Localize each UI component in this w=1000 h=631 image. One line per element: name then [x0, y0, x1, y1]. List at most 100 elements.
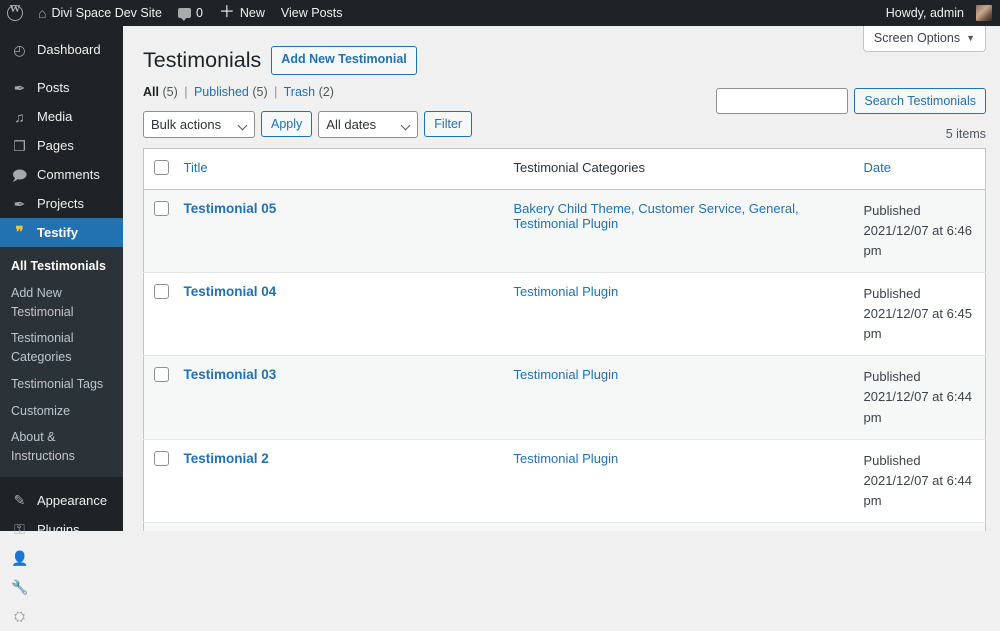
sidebar-item-plugins[interactable]: ⚿ Plugins [0, 515, 123, 544]
row-checkbox-cell[interactable] [144, 523, 178, 531]
date-filter-select-wrap: All dates [318, 110, 419, 138]
table-header-row: Title Testimonial Categories Date [143, 148, 986, 190]
wordpress-logo-icon [7, 3, 23, 21]
row-checkbox-cell[interactable] [144, 189, 178, 272]
row-date-value: 2021/12/07 at 6:46 pm [863, 222, 972, 258]
sidebar-item-label: Testify [37, 225, 78, 240]
row-date-status: Published [863, 285, 921, 301]
row-title-link[interactable]: Testimonial 2 [184, 451, 269, 466]
sidebar-item-label: Dashboard [37, 42, 101, 57]
row-title-link[interactable]: Testimonial 03 [184, 367, 277, 382]
row-date-value: 2021/12/07 at 6:44 pm [863, 389, 972, 425]
brush-icon: ✎ [13, 492, 26, 509]
sidebar-item-users[interactable]: 👤 Users [0, 544, 123, 573]
submenu-item-customize[interactable]: Customize [0, 398, 123, 425]
row-categories-links[interactable]: Testimonial Plugin [514, 284, 619, 299]
pages-icon: ❐ [13, 137, 26, 154]
select-all-checkbox-top[interactable] [154, 159, 169, 175]
table-row: Testimonial 05 Bakery Child Theme, Custo… [143, 189, 986, 273]
view-link-published[interactable]: Published (5) [194, 85, 271, 99]
screen-options-tab[interactable]: Screen Options ▼ [862, 26, 986, 52]
pin-icon: ✒ [13, 79, 26, 96]
sidebar-item-settings[interactable]: ⛭ Settings [0, 602, 123, 631]
row-categories-links[interactable]: Testimonial Plugin [514, 451, 619, 466]
sidebar-item-tools[interactable]: 🔧 Tools [0, 573, 123, 602]
search-testimonials-button[interactable]: Search Testimonials [854, 88, 986, 114]
row-title-cell: Testimonial 03 [178, 356, 506, 439]
admin-sidebar-menu: ◴ Dashboard ✒ Posts ♫ Media ❐ Pages 🗩 Co… [0, 26, 123, 624]
row-date-status: Published [863, 369, 921, 385]
sidebar-item-posts[interactable]: ✒ Posts [0, 73, 123, 102]
view-link-all[interactable]: All (5) [143, 85, 181, 99]
comments-icon: 🗩 [11, 166, 28, 183]
site-name-menu[interactable]: ⌂ Divi Space Dev Site [30, 0, 170, 26]
settings-icon: ⛭ [13, 608, 26, 625]
row-checkbox[interactable] [154, 367, 169, 383]
row-checkbox[interactable] [154, 200, 169, 216]
submenu-item-add-new-testimonial[interactable]: Add New Testimonial [0, 280, 123, 326]
row-categories-links[interactable]: Testimonial Plugin [514, 367, 619, 382]
date-filter-select[interactable]: All dates [318, 110, 419, 138]
menu-separator-2 [0, 477, 123, 486]
row-categories-cell: Testimonial Plugin [506, 356, 856, 439]
my-account-menu[interactable]: Howdy, admin [878, 0, 1000, 26]
search-input[interactable] [716, 88, 849, 114]
tablenav-top: Bulk actions Apply All dates Filter [143, 110, 1000, 138]
table-row: Testimonial 2 Testimonial Plugin Publish… [143, 439, 986, 523]
add-new-testimonial-button[interactable]: Add New Testimonial [271, 46, 417, 75]
submenu-item-about-instructions[interactable]: About & Instructions [0, 424, 123, 470]
select-all-header[interactable] [143, 148, 178, 190]
row-checkbox-cell[interactable] [144, 356, 178, 439]
row-title-link[interactable]: Testimonial 04 [184, 284, 277, 299]
comment-bubble-icon [177, 8, 191, 21]
row-date-value: 2021/12/07 at 6:45 pm [863, 306, 972, 342]
sidebar-item-media[interactable]: ♫ Media [0, 102, 123, 131]
sidebar-item-testify[interactable]: ❞ Testify [0, 218, 123, 247]
bulk-actions-select-top[interactable]: Bulk actions [143, 110, 255, 138]
sidebar-item-pages[interactable]: ❐ Pages [0, 131, 123, 160]
view-posts-link[interactable]: View Posts [273, 0, 351, 26]
comments-bubble-menu[interactable]: 0 [170, 0, 211, 26]
wp-logo-menu[interactable] [0, 0, 30, 26]
new-content-menu[interactable]: ＋ New [211, 0, 273, 26]
row-checkbox[interactable] [154, 450, 169, 466]
submenu-item-testimonial-categories[interactable]: Testimonial Categories [0, 325, 123, 371]
menu-spacer-top [0, 26, 123, 35]
row-title-cell: Testimonial 05 [178, 189, 506, 272]
view-all-count: (5) [162, 84, 178, 99]
table-head: Title Testimonial Categories Date [143, 148, 986, 190]
column-header-title[interactable]: Title [177, 148, 506, 190]
submenu-item-all-testimonials[interactable]: All Testimonials [0, 253, 123, 280]
row-categories-links[interactable]: Bakery Child Theme, Customer Service, Ge… [514, 201, 799, 231]
main-content-area: Screen Options ▼ Testimonials Add New Te… [123, 26, 1000, 531]
sidebar-item-appearance[interactable]: ✎ Appearance [0, 486, 123, 515]
views-separator: | [184, 84, 188, 99]
view-link-trash[interactable]: Trash (2) [284, 85, 334, 99]
row-title-cell: Testimonial 1 [178, 523, 506, 531]
row-checkbox-cell[interactable] [144, 439, 178, 522]
submenu-item-testimonial-tags[interactable]: Testimonial Tags [0, 371, 123, 398]
new-label: New [239, 6, 265, 20]
row-checkbox[interactable] [154, 283, 169, 299]
sidebar-item-dashboard[interactable]: ◴ Dashboard [0, 35, 123, 64]
table-row: Testimonial 03 Testimonial Plugin Publis… [143, 355, 986, 440]
column-header-date[interactable]: Date [855, 148, 986, 190]
plug-icon: ⚿ [14, 521, 25, 538]
sidebar-item-comments[interactable]: 🗩 Comments [0, 160, 123, 189]
sidebar-item-projects[interactable]: ✒ Projects [0, 189, 123, 218]
sidebar-item-label: Appearance [37, 492, 108, 508]
sidebar-item-label: Media [37, 109, 73, 124]
row-categories-cell: Bakery Child Theme, Customer Service, Ge… [506, 189, 856, 272]
sidebar-item-label: Plugins [37, 521, 80, 537]
row-title-link[interactable]: Testimonial 05 [184, 201, 277, 216]
page-title: Testimonials [143, 47, 262, 72]
row-checkbox-cell[interactable] [144, 272, 178, 355]
apply-button-top[interactable]: Apply [261, 111, 313, 137]
home-icon: ⌂ [38, 5, 47, 21]
views-separator: | [274, 84, 278, 99]
row-title-cell: Testimonial 04 [178, 272, 506, 355]
filter-button[interactable]: Filter [424, 111, 473, 137]
table-row: Testimonial 04 Testimonial Plugin Publis… [143, 272, 986, 356]
row-date-cell: Published 2021/12/07 at 5:02 pm [856, 523, 986, 531]
sidebar-item-label: Pages [37, 138, 74, 153]
